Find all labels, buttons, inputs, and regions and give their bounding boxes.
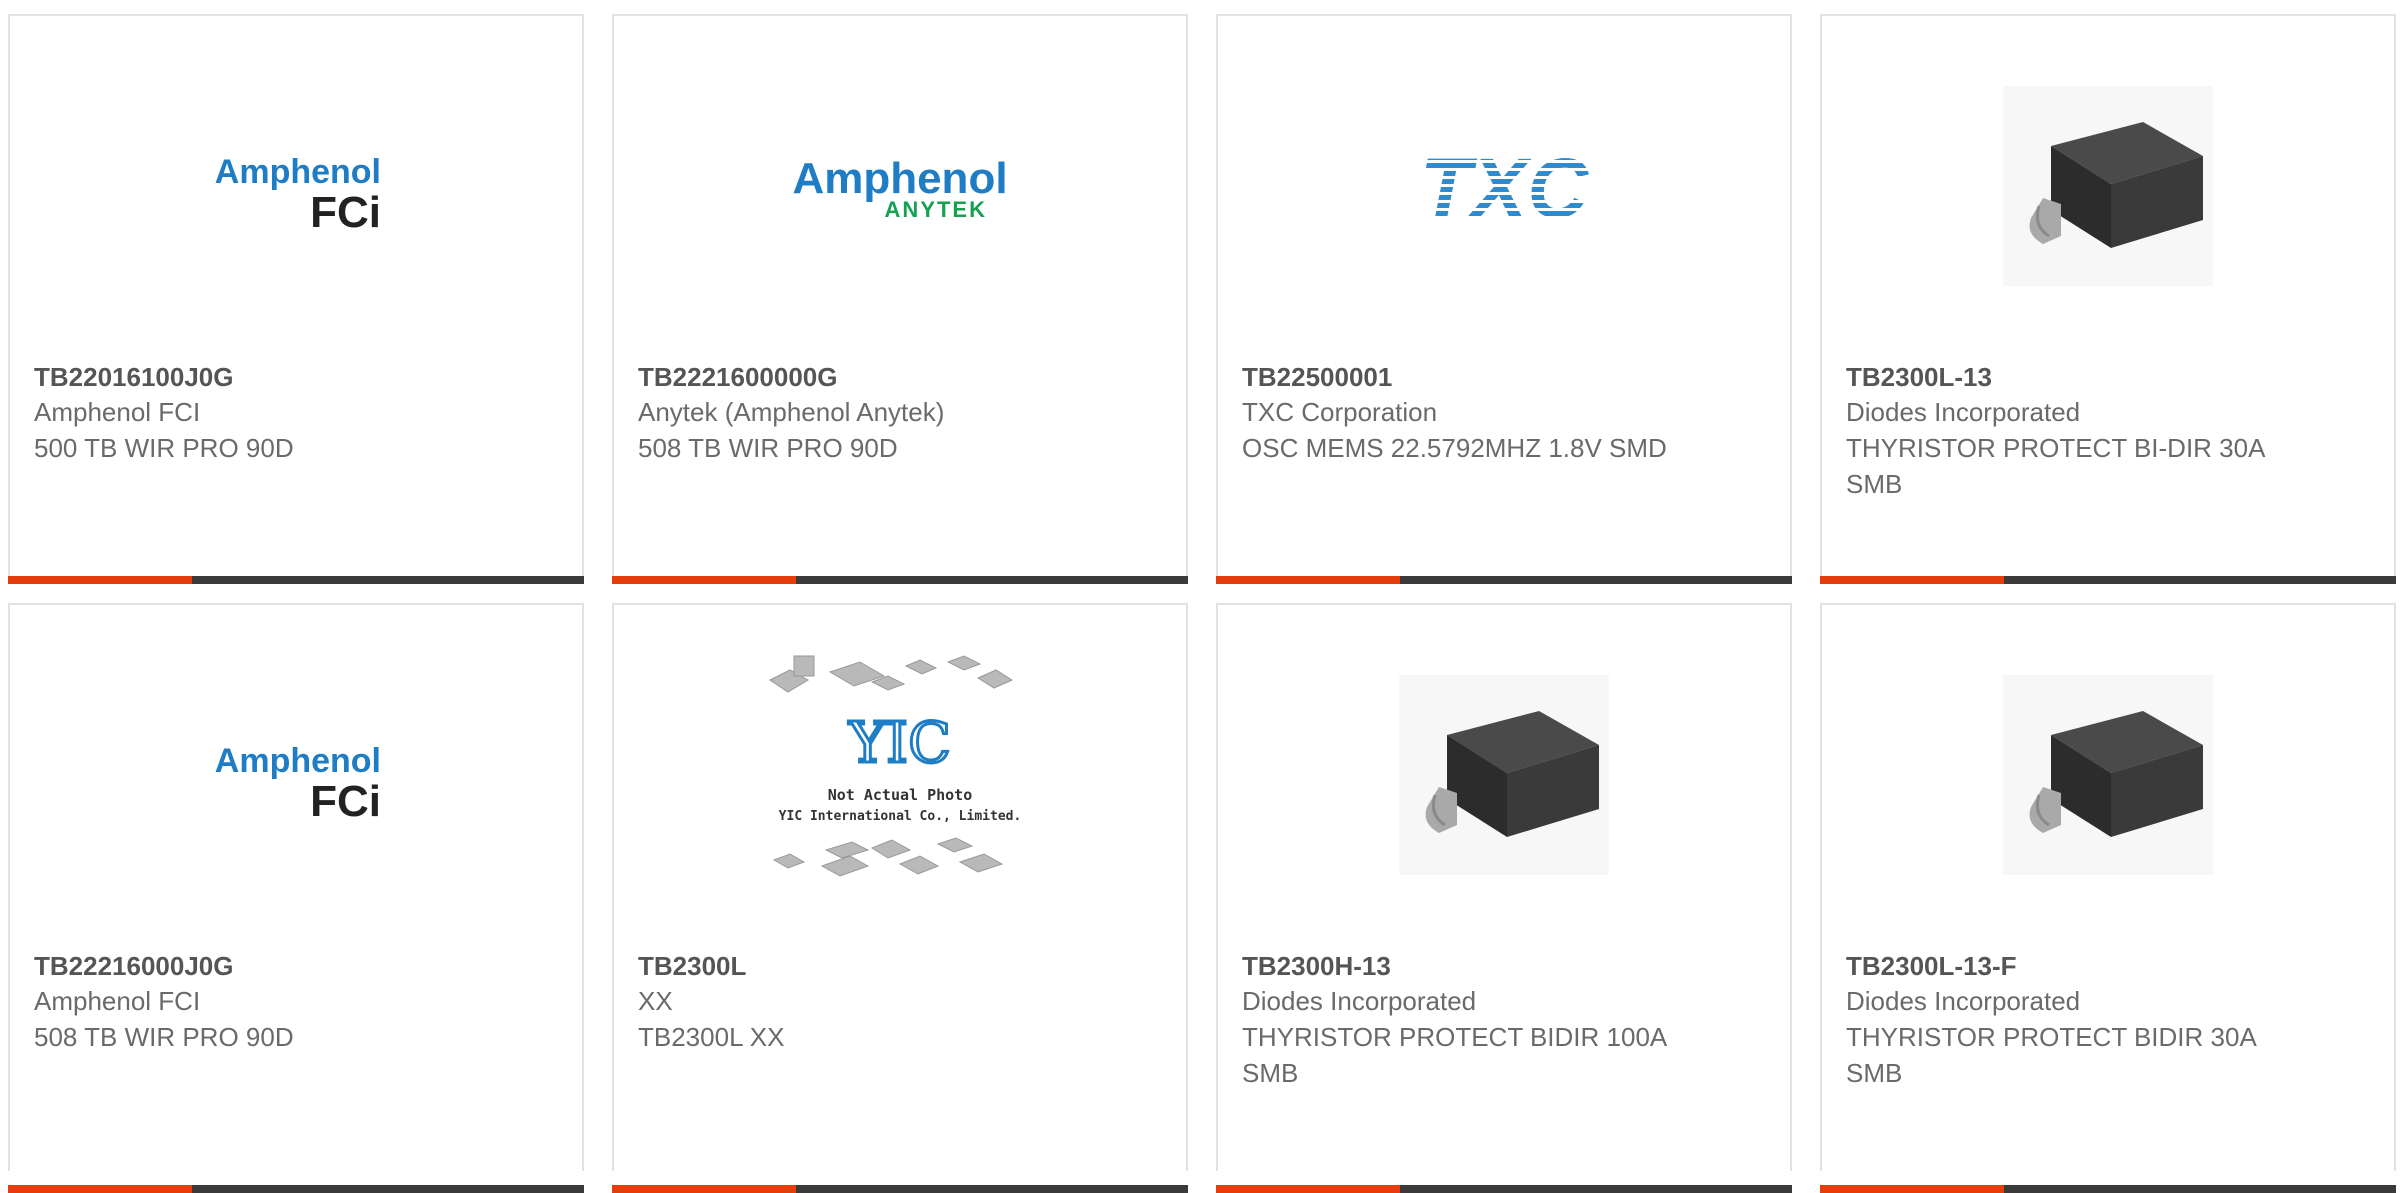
part-number[interactable]: TB2300L-13 [1846,360,2374,394]
bar-accent [612,576,796,584]
product-card[interactable]: TB2300L-13-F Diodes Incorporated THYRIST… [1820,603,2396,1193]
manufacturer: Amphenol FCI [34,397,201,427]
svg-text:YIC International Co., Limited: YIC International Co., Limited. [779,809,1022,824]
product-text: TB2300L-13-F Diodes Incorporated THYRIST… [1846,949,2374,1091]
product-image[interactable] [1822,645,2394,905]
product-text: TB2300L-13 Diodes Incorporated THYRISTOR… [1846,360,2374,502]
product-image[interactable]: Amphenol FCi [10,645,582,905]
svg-text:ANYTEK: ANYTEK [885,197,987,222]
product-image[interactable]: TXC [1218,56,1790,316]
svg-text:Amphenol: Amphenol [792,154,1007,203]
bar-accent [1820,1185,2004,1193]
product-image[interactable] [1822,56,2394,316]
description: THYRISTOR PROTECT BI-DIR 30A SMB [1846,433,2265,499]
not-actual-photo-placeholder: YIC Not Actual Photo YIC International C… [769,655,1022,877]
svg-text:Not Actual Photo: Not Actual Photo [828,786,973,804]
product-text: TB2300H-13 Diodes Incorporated THYRISTOR… [1242,949,1770,1091]
yic-logo: YIC [848,711,951,776]
product-text: TB2300L XX TB2300L XX [638,949,1166,1055]
card-bottom-bar [8,576,584,584]
bar-accent [612,1185,796,1193]
amphenol-fci-logo: Amphenol FCi [215,153,381,237]
description: OSC MEMS 22.5792MHZ 1.8V SMD [1242,433,1667,463]
description: TB2300L XX [638,1022,785,1052]
product-card[interactable]: TB2300L-13 Diodes Incorporated THYRISTOR… [1820,14,2396,584]
product-text: TB22016100J0G Amphenol FCI 500 TB WIR PR… [34,360,562,466]
product-text: TB22216000J0G Amphenol FCI 508 TB WIR PR… [34,949,562,1055]
svg-text:FCi: FCi [310,777,381,826]
bar-accent [1216,576,1400,584]
product-card[interactable]: TXC TB22500001 TXC Corporation OSC MEMS … [1216,14,1792,584]
part-number[interactable]: TB22500001 [1242,360,1770,394]
description: 508 TB WIR PRO 90D [638,433,898,463]
card-bottom-bar [612,576,1188,584]
card-bottom-bar [8,1185,584,1193]
smb-package-icon [1399,675,1609,875]
product-image[interactable] [1218,645,1790,905]
bar-accent [1216,1185,1400,1193]
card-bottom-bar [1820,576,2396,584]
card-bottom-bar [1820,1185,2396,1193]
svg-text:FCi: FCi [310,188,381,237]
description: 500 TB WIR PRO 90D [34,433,294,463]
product-card[interactable]: YIC Not Actual Photo YIC International C… [612,603,1188,1193]
product-card[interactable]: Amphenol ANYTEK TB2221600000G Anytek (Am… [612,14,1188,584]
product-card[interactable]: Amphenol FCi TB22016100J0G Amphenol FCI … [8,14,584,584]
card-bottom-bar [1216,576,1792,584]
bar-accent [8,576,192,584]
part-number[interactable]: TB2300L-13-F [1846,949,2374,983]
part-number[interactable]: TB22016100J0G [34,360,562,394]
smb-package-icon [2003,675,2213,875]
part-number[interactable]: TB2300L [638,949,1166,983]
product-image[interactable]: Amphenol FCi [10,56,582,316]
bar-accent [1820,576,2004,584]
manufacturer: Diodes Incorporated [1846,986,2081,1016]
manufacturer: XX [638,986,673,1016]
product-text: TB22500001 TXC Corporation OSC MEMS 22.5… [1242,360,1770,466]
amphenol-fci-logo: Amphenol FCi [215,742,381,826]
part-number[interactable]: TB2221600000G [638,360,1166,394]
description: THYRISTOR PROTECT BIDIR 100A SMB [1242,1022,1666,1088]
smb-package-icon [2003,86,2213,286]
part-number[interactable]: TB2300H-13 [1242,949,1770,983]
description: THYRISTOR PROTECT BIDIR 30A SMB [1846,1022,2256,1088]
manufacturer: Diodes Incorporated [1846,397,2081,427]
manufacturer: Anytek (Amphenol Anytek) [638,397,945,427]
svg-text:Amphenol: Amphenol [215,153,381,191]
manufacturer: Diodes Incorporated [1242,986,1477,1016]
product-grid: Amphenol FCi TB22016100J0G Amphenol FCI … [0,0,2400,1193]
txc-logo: TXC [1420,141,1589,235]
manufacturer: TXC Corporation [1242,397,1438,427]
svg-text:TXC: TXC [1420,141,1589,235]
amphenol-anytek-logo: Amphenol ANYTEK [792,154,1007,222]
svg-text:Amphenol: Amphenol [215,742,381,780]
product-image[interactable]: Amphenol ANYTEK [614,56,1186,316]
product-text: TB2221600000G Anytek (Amphenol Anytek) 5… [638,360,1166,466]
bar-accent [8,1185,192,1193]
card-bottom-bar [1216,1185,1792,1193]
manufacturer: Amphenol FCI [34,986,201,1016]
description: 508 TB WIR PRO 90D [34,1022,294,1052]
product-card[interactable]: TB2300H-13 Diodes Incorporated THYRISTOR… [1216,603,1792,1193]
product-card[interactable]: Amphenol FCi TB22216000J0G Amphenol FCI … [8,603,584,1193]
product-image[interactable]: YIC Not Actual Photo YIC International C… [614,645,1186,905]
card-bottom-bar [612,1185,1188,1193]
part-number[interactable]: TB22216000J0G [34,949,562,983]
